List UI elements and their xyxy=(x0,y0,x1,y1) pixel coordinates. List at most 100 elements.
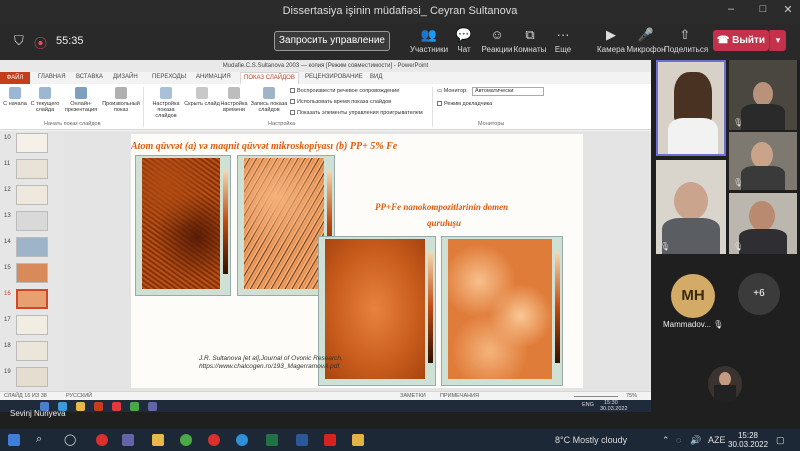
tab-slideshow[interactable]: ПОКАЗ СЛАЙДОВ xyxy=(240,72,299,84)
tab-file[interactable]: ФАЙЛ xyxy=(0,72,30,84)
thumbnail[interactable]: 13 xyxy=(0,211,64,235)
video-tile[interactable]: 🎙 xyxy=(729,60,797,130)
system-clock[interactable]: 15:28 30.03.2022 xyxy=(728,431,768,449)
share-icon: ⇧ xyxy=(679,27,691,42)
ppt-status-bar: СЛАЙД 16 ИЗ 38 РУССКИЙ ЗАМЕТКИ ПРИМЕЧАНИ… xyxy=(0,391,651,400)
video-tile[interactable]: 🎙 xyxy=(656,160,726,254)
thumbnail-selected[interactable]: 16 xyxy=(0,289,64,313)
narration-checkbox[interactable]: Воспроизвести речевое сопровождение xyxy=(290,88,399,94)
minimize-icon[interactable]: – xyxy=(720,3,742,15)
video-tile-speaker[interactable] xyxy=(656,60,726,156)
media-controls-checkbox[interactable]: Показать элементы управления проигрывате… xyxy=(290,110,423,116)
powerpoint-icon xyxy=(94,402,103,411)
opera-gx-icon[interactable] xyxy=(208,434,220,446)
person-hair xyxy=(674,72,712,122)
video-tile[interactable]: 🎙 xyxy=(729,132,797,190)
weather-text[interactable]: 8°C Mostly cloudy xyxy=(555,435,627,445)
tab-animation[interactable]: АНИМАЦИЯ xyxy=(196,74,231,80)
record-show-button[interactable]: Запись показа слайдов xyxy=(250,87,288,113)
avatar[interactable]: MH xyxy=(671,274,715,318)
presenter-view-checkbox[interactable]: Режим докладчика xyxy=(437,101,492,107)
person-body xyxy=(741,104,785,130)
edge-icon[interactable] xyxy=(236,434,248,446)
notes-button[interactable]: ЗАМЕТКИ xyxy=(400,393,426,399)
setup-show-button[interactable]: Настройка показа слайдов xyxy=(147,87,185,119)
teams-icon[interactable] xyxy=(122,434,134,446)
more-participants-button[interactable]: +6 xyxy=(738,273,780,315)
tab-home[interactable]: ГЛАВНАЯ xyxy=(38,74,66,80)
more-icon: ··· xyxy=(556,27,570,42)
network-icon[interactable]: ◌ xyxy=(676,435,681,445)
mic-muted-icon: 🎙 xyxy=(733,118,744,127)
thumb-image xyxy=(16,367,48,387)
thumbnail[interactable]: 11 xyxy=(0,159,64,183)
phone-icon: ☎ xyxy=(716,35,733,46)
group-label-monitors: Мониторы xyxy=(478,121,505,127)
chrome-icon[interactable] xyxy=(180,434,192,446)
ppt-title: Mudafie.C.S.Sultanova 2003 — копия [Режи… xyxy=(0,60,651,72)
leave-button[interactable]: ☎ Выйти xyxy=(713,30,769,51)
mic-button[interactable]: 🎤 Микрофон xyxy=(625,27,667,54)
thumb-image xyxy=(16,237,48,257)
thumbnail[interactable]: 18 xyxy=(0,341,64,365)
thumbnail[interactable]: 14 xyxy=(0,237,64,261)
afm-texture xyxy=(142,158,220,289)
ribbon: С начала С текущего слайда Онлайн-презен… xyxy=(0,84,651,130)
person-body xyxy=(741,166,785,190)
opera-icon[interactable] xyxy=(96,434,108,446)
tab-insert[interactable]: ВСТАВКА xyxy=(76,74,103,80)
volume-icon[interactable]: 🔊 xyxy=(690,435,701,446)
person-body xyxy=(714,385,736,402)
from-current-button[interactable]: С текущего слайда xyxy=(26,87,64,113)
online-button[interactable]: Онлайн-презентация xyxy=(62,87,100,113)
slide-subtitle-2: quruluşu xyxy=(427,218,462,228)
thumb-image xyxy=(16,289,48,309)
clock-date: 30.03.2022 xyxy=(728,440,769,449)
video-tile[interactable]: 🎙 xyxy=(729,193,797,254)
search-icon[interactable]: ⌕ xyxy=(36,433,42,446)
person-body xyxy=(668,118,718,154)
leave-dropdown[interactable]: ▾ xyxy=(769,30,786,51)
teams-icon xyxy=(148,402,157,411)
timings-checkbox[interactable]: Использовать время показа слайдов xyxy=(290,99,391,105)
rehearse-timings-button[interactable]: Настройка времени xyxy=(215,87,253,113)
monitor-select[interactable]: Автоматически xyxy=(472,87,544,96)
excel-icon[interactable] xyxy=(266,434,278,446)
language-indicator[interactable]: AZE xyxy=(708,435,726,445)
chevron-up-icon[interactable]: ⌃ xyxy=(662,435,670,446)
thumbnail[interactable]: 10 xyxy=(0,133,64,157)
notifications-icon[interactable]: ▢ xyxy=(776,435,785,446)
zoom-slider[interactable] xyxy=(574,396,618,397)
request-control-button[interactable]: Запросить управление xyxy=(274,31,390,51)
mic-muted-icon: 🎙 xyxy=(733,178,744,187)
tab-view[interactable]: ВИД xyxy=(370,74,382,80)
task-view-icon[interactable]: ◯ xyxy=(64,433,76,446)
windows-start-icon[interactable] xyxy=(8,434,20,446)
comments-button[interactable]: ПРИМЕЧАНИЯ xyxy=(440,393,479,399)
shared-taskbar: ENG 15:30 30.03.2022 xyxy=(0,400,651,412)
thumbnail[interactable]: 15 xyxy=(0,263,64,287)
thumbnail[interactable]: 12 xyxy=(0,185,64,209)
self-video[interactable] xyxy=(708,366,742,402)
thumb-image xyxy=(16,133,48,153)
tab-design[interactable]: ДИЗАЙН xyxy=(113,74,138,80)
share-button[interactable]: ⇧ Поделиться xyxy=(664,27,708,54)
maximize-icon[interactable]: □ xyxy=(752,3,774,15)
folder-icon[interactable] xyxy=(152,434,164,446)
thumbnail[interactable]: 19 xyxy=(0,367,64,391)
tab-review[interactable]: РЕЦЕНЗИРОВАНИЕ xyxy=(305,74,363,80)
domain-color-scale-a xyxy=(428,251,433,363)
pdf-icon[interactable] xyxy=(324,434,336,446)
tab-transitions[interactable]: ПЕРЕХОДЫ xyxy=(152,74,186,80)
files-icon[interactable] xyxy=(352,434,364,446)
close-icon[interactable]: ✕ xyxy=(777,3,799,16)
person-head xyxy=(674,182,708,220)
shield-icon: ⛉ xyxy=(14,33,24,48)
mic-muted-icon: 🎙 xyxy=(713,320,724,329)
slide-thumbnails: 10 11 12 13 14 15 16 17 18 19 xyxy=(0,131,64,391)
custom-show-button[interactable]: Произвольный показ xyxy=(102,87,140,113)
more-button[interactable]: ··· Еще xyxy=(542,27,584,54)
word-icon[interactable] xyxy=(296,434,308,446)
afm-color-scale xyxy=(223,169,228,275)
thumbnail[interactable]: 17 xyxy=(0,315,64,339)
